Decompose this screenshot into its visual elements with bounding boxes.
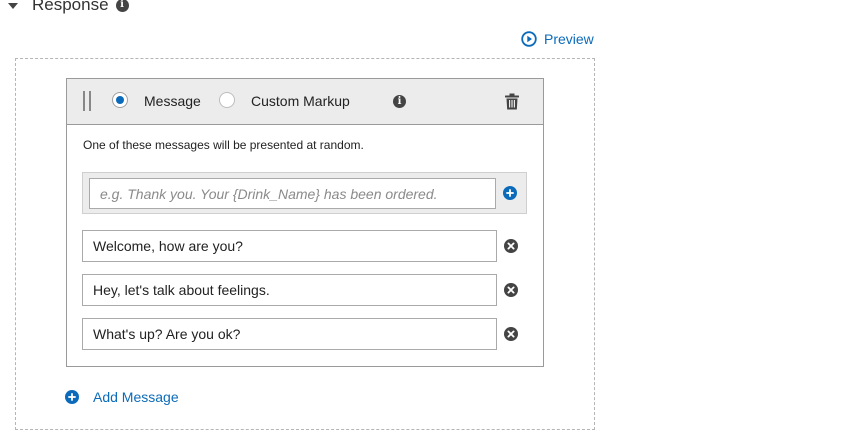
drag-handle-icon[interactable] <box>83 91 92 111</box>
message-radio[interactable] <box>112 92 128 108</box>
close-circle-icon[interactable] <box>504 283 518 297</box>
message-input[interactable] <box>82 230 497 262</box>
response-panel: Response i Preview Message Custom Markup… <box>0 0 849 441</box>
message-card: Message Custom Markup i One of these mes… <box>66 78 544 367</box>
new-message-row <box>82 172 527 214</box>
message-input[interactable] <box>82 318 497 350</box>
close-circle-icon[interactable] <box>504 327 518 341</box>
list-item <box>82 230 542 262</box>
trash-icon[interactable] <box>504 93 520 110</box>
plus-circle-icon[interactable] <box>503 186 517 200</box>
list-item <box>82 274 542 306</box>
custom-markup-radio[interactable] <box>219 92 235 108</box>
play-circle-icon <box>521 31 537 47</box>
info-icon[interactable]: i <box>115 0 129 12</box>
message-input[interactable] <box>82 274 497 306</box>
response-section-header[interactable]: Response i <box>8 0 129 16</box>
add-message-label: Add Message <box>93 389 179 405</box>
preview-link[interactable]: Preview <box>521 31 594 47</box>
new-message-input[interactable] <box>89 178 496 209</box>
plus-circle-icon <box>65 390 79 404</box>
random-note: One of these messages will be presented … <box>83 138 364 152</box>
info-icon[interactable]: i <box>393 95 406 108</box>
card-toolbar: Message Custom Markup i <box>67 79 543 125</box>
section-title: Response <box>32 0 109 14</box>
custom-markup-radio-label[interactable]: Custom Markup <box>251 93 350 109</box>
add-message-button[interactable]: Add Message <box>65 389 179 405</box>
list-item <box>82 318 542 350</box>
close-circle-icon[interactable] <box>504 239 518 253</box>
caret-down-icon[interactable] <box>8 3 18 9</box>
message-radio-label[interactable]: Message <box>144 93 201 109</box>
preview-label: Preview <box>544 31 594 47</box>
